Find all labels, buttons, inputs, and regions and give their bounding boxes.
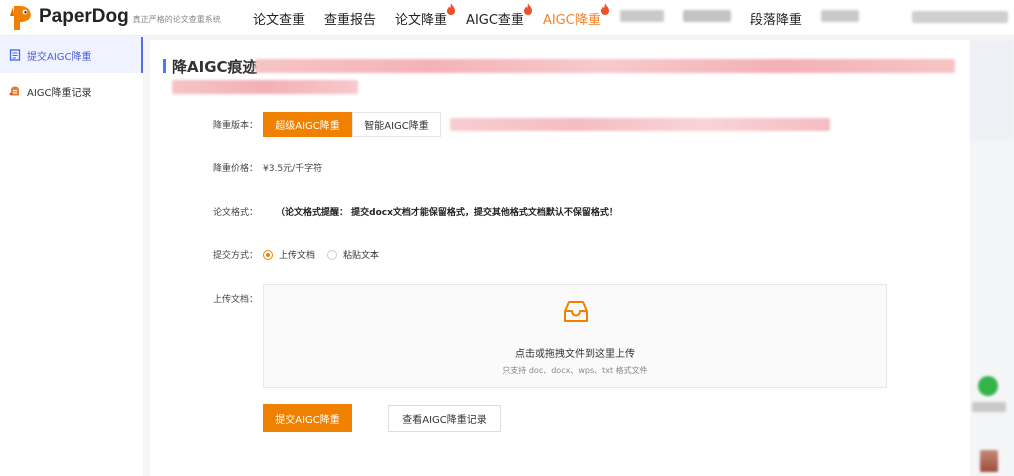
fire-icon <box>600 2 609 15</box>
nav-aigc-jiangchong[interactable]: AIGC降重 <box>543 2 609 28</box>
description-blurred-1 <box>255 59 955 73</box>
radio-upload-document[interactable]: 上传文档 <box>263 248 315 261</box>
price-value: ¥3.5元/千字符 <box>263 164 323 174</box>
right-floating-widgets <box>970 40 1014 476</box>
sidebar: 提交AIGC降重 AIGC降重记录 <box>0 37 143 476</box>
submit-aigc-button[interactable]: 提交AIGC降重 <box>263 404 352 432</box>
user-info-blurred[interactable] <box>912 11 1008 23</box>
upload-main-text: 点击或拖拽文件到这里上传 <box>515 349 635 360</box>
sidebar-item-label: 提交AIGC降重 <box>27 51 92 63</box>
brand-logo[interactable]: PaperDog 真正严格的论文查重系统 <box>10 2 221 32</box>
version-note-blurred <box>450 118 830 131</box>
nav-item-blurred-2[interactable] <box>682 10 731 26</box>
floating-widget-top-blurred[interactable] <box>970 40 1014 140</box>
nav-aigc-chachong[interactable]: AIGC查重 <box>466 2 532 28</box>
nav-lunwen-chachong[interactable]: 论文查重 <box>253 9 305 28</box>
submit-method-label: 提交方式： <box>213 251 259 261</box>
version-smart-aigc-button[interactable]: 智能AIGC降重 <box>352 112 441 137</box>
sidebar-item-submit-aigc[interactable]: 提交AIGC降重 <box>0 37 143 73</box>
sidebar-item-label: AIGC降重记录 <box>27 87 92 99</box>
version-super-aigc-button[interactable]: 超级AIGC降重 <box>263 112 352 137</box>
fire-icon <box>447 2 456 15</box>
sidebar-item-aigc-records[interactable]: AIGC降重记录 <box>0 73 143 109</box>
title-accent-bar <box>163 59 166 73</box>
version-label: 降重版本： <box>213 121 259 131</box>
floating-widget-label-blurred <box>972 402 1006 412</box>
top-header: PaperDog 真正严格的论文查重系统 论文查重 查重报告 论文降重 AIGC… <box>0 0 1014 36</box>
inbox-icon <box>564 301 588 322</box>
nav-duanluo-jiangchong[interactable]: 段落降重 <box>750 9 802 28</box>
nav-chachong-baogao[interactable]: 查重报告 <box>324 9 376 28</box>
format-note: （论文格式提醒： 提交docx文档才能保留格式，提交其他格式文档默认不保留格式！ <box>276 208 618 218</box>
main-nav: 论文查重 查重报告 论文降重 AIGC查重 AIGC降重 段落降重 <box>253 0 878 36</box>
upload-dropzone[interactable]: 点击或拖拽文件到这里上传 只支持 doc、docx、wps、txt 格式文件 <box>263 284 887 388</box>
radio-button[interactable] <box>327 249 338 260</box>
main-card: 降AIGC痕迹 降重版本： 超级AIGC降重 智能AIGC降重 降重价格： ¥3… <box>150 40 970 476</box>
nav-lunwen-jiangchong[interactable]: 论文降重 <box>395 2 456 28</box>
brand-name: PaperDog <box>39 6 129 27</box>
floating-widget-bottom-blurred[interactable] <box>980 450 998 472</box>
format-label: 论文格式： <box>213 208 259 218</box>
brand-slogan: 真正严格的论文查重系统 <box>132 15 221 24</box>
page-title: 降AIGC痕迹 <box>172 58 258 76</box>
price-label: 降重价格： <box>213 164 259 174</box>
nav-item-blurred-3[interactable] <box>820 10 859 26</box>
dog-logo-icon <box>10 6 31 30</box>
radio-button-checked[interactable] <box>263 249 273 260</box>
upload-hint-text: 只支持 doc、docx、wps、txt 格式文件 <box>502 366 648 375</box>
description-blurred-2 <box>172 80 358 94</box>
history-icon <box>9 86 19 96</box>
view-records-button[interactable]: 查看AIGC降重记录 <box>388 405 501 432</box>
document-icon <box>9 49 21 61</box>
fire-icon <box>523 2 532 15</box>
radio-paste-text[interactable]: 粘贴文本 <box>327 248 379 261</box>
floating-widget-wechat-blurred[interactable] <box>978 376 998 396</box>
nav-item-blurred-1[interactable] <box>619 10 664 26</box>
submit-method-group: 上传文档 粘贴文本 <box>263 248 391 261</box>
upload-label: 上传文档： <box>213 295 259 305</box>
